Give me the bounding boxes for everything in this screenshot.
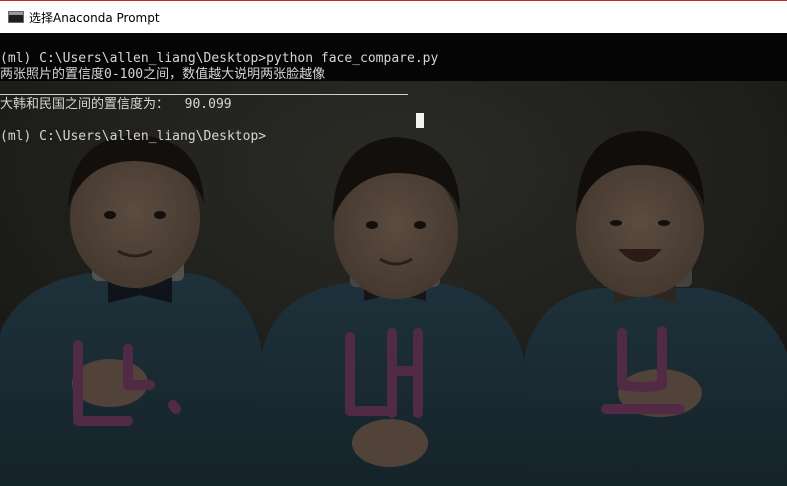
text-cursor [416,113,424,128]
anaconda-prompt-window: 选择Anaconda Prompt (ml) C:\Users\allen_li… [0,0,787,486]
console-line-result: 大韩和民国之间的置信度为： 90.099 [0,97,232,112]
console-line-command: (ml) C:\Users\allen_liang\Desktop>python… [0,51,439,66]
console-line-description: 两张照片的置信度0-100之间，数值越大说明两张脸越像 [0,67,326,82]
console-divider [0,94,408,95]
console-line-prompt[interactable]: (ml) C:\Users\allen_liang\Desktop> [0,129,266,145]
console-area[interactable]: (ml) C:\Users\allen_liang\Desktop>python… [0,33,787,486]
window-title: 选择Anaconda Prompt [29,10,160,25]
title-bar[interactable]: 选择Anaconda Prompt [0,0,787,33]
terminal-icon [8,11,24,23]
